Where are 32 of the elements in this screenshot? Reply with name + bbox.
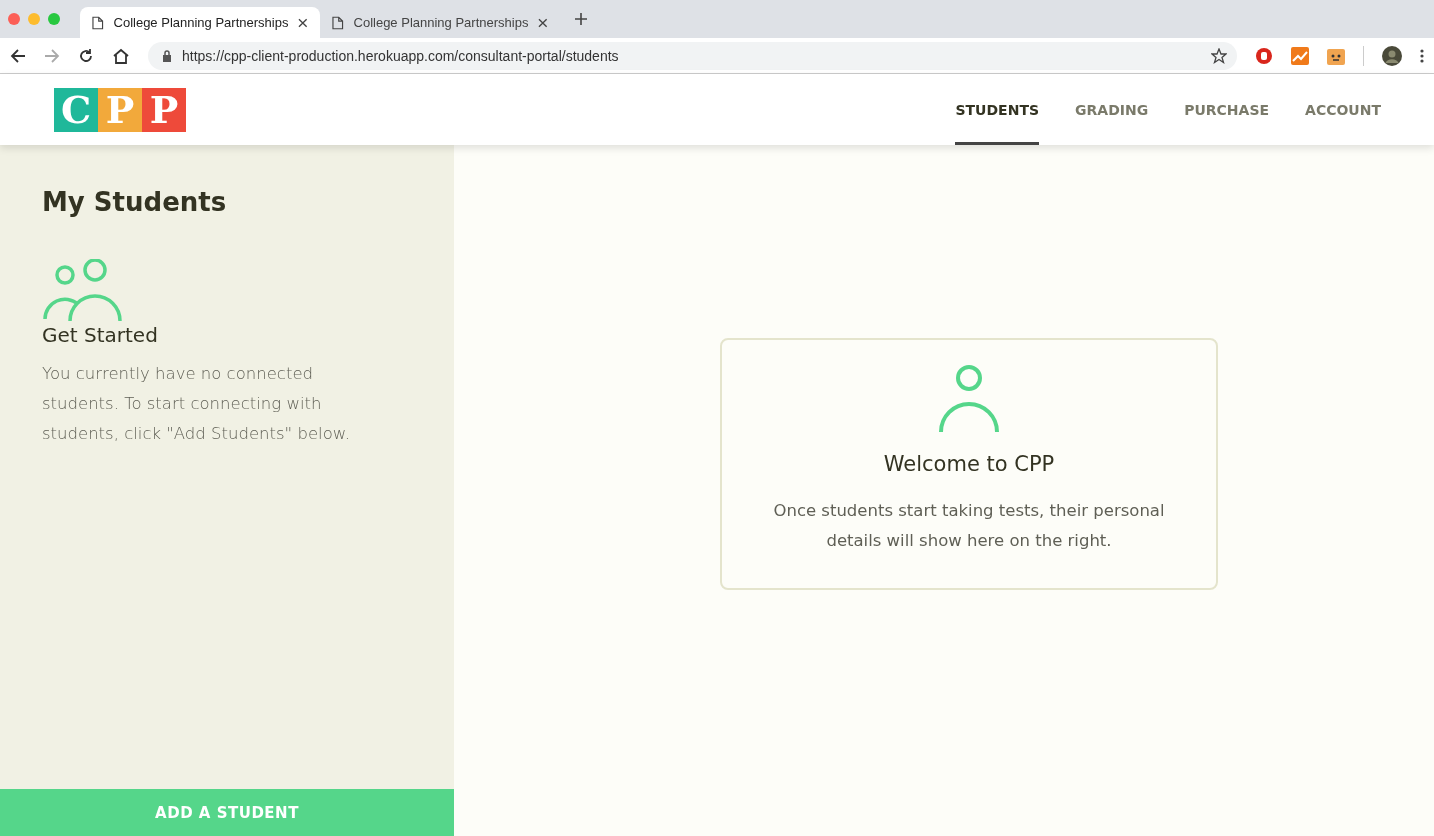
chart-icon[interactable] <box>1291 46 1309 65</box>
sidebar-description: You currently have no connected students. To start connecting with students, click "Add Students" below. <box>42 363 351 445</box>
bookmark-star-icon[interactable] <box>1211 47 1227 64</box>
browser-tab[interactable]: College Planning Partnerships <box>80 7 320 38</box>
nav-link[interactable]: GRADING <box>1075 74 1149 145</box>
nav-link[interactable]: PURCHASE <box>1184 74 1270 145</box>
welcome-title: Welcome to CPP <box>883 452 1055 476</box>
nav-link[interactable]: ACCOUNT <box>1305 74 1381 145</box>
logo[interactable]: C P P <box>54 87 186 132</box>
people-icon <box>42 259 124 321</box>
close-window-dot[interactable] <box>8 13 20 25</box>
profile-avatar-icon[interactable] <box>1382 45 1402 66</box>
home-icon[interactable] <box>112 47 130 64</box>
close-icon[interactable] <box>538 17 548 28</box>
new-tab-icon[interactable] <box>574 12 588 26</box>
sidebar-title: My Students <box>42 187 227 217</box>
lock-icon <box>162 49 172 62</box>
close-icon[interactable] <box>298 17 308 28</box>
extension-face-icon[interactable] <box>1327 46 1345 65</box>
reload-icon[interactable] <box>78 47 94 64</box>
nav-link[interactable]: STUDENTS <box>955 74 1040 145</box>
back-arrow-icon[interactable] <box>10 47 26 64</box>
maximize-window-dot[interactable] <box>48 13 60 25</box>
page-icon <box>92 15 104 30</box>
get-started-heading: Get Started <box>42 323 158 347</box>
browser-tab[interactable]: College Planning Partnerships <box>320 7 560 38</box>
minimize-window-dot[interactable] <box>28 13 40 25</box>
person-icon <box>937 364 1001 434</box>
welcome-text: Once students start taking tests, their personal details will show here on the right. <box>772 500 1166 552</box>
address-bar[interactable]: https://cpp-client-production.herokuapp.com/consultant-portal/students <box>148 41 1237 70</box>
menu-icon[interactable] <box>1420 48 1424 63</box>
page-icon <box>332 15 344 30</box>
